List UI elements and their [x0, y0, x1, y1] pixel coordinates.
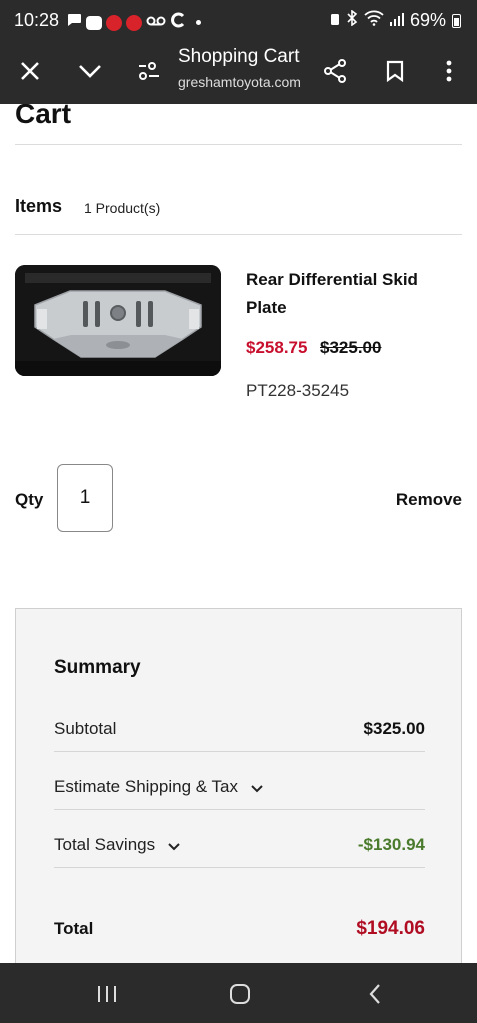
savings-value: -$130.94	[357, 835, 425, 854]
c-app-icon	[170, 12, 186, 33]
close-icon[interactable]	[13, 54, 47, 88]
divider	[15, 234, 462, 235]
total-value: $194.06	[356, 918, 425, 939]
order-summary: Summary Subtotal $325.00 Estimate Shippi…	[15, 608, 462, 964]
total-label: Total	[54, 919, 94, 938]
qty-label: Qty	[15, 490, 44, 509]
chevron-down-icon[interactable]	[73, 54, 107, 88]
bookmark-icon[interactable]	[378, 54, 412, 88]
battery-icon	[452, 13, 461, 28]
chevron-down-icon[interactable]	[168, 836, 180, 856]
quantity-input[interactable]: 1	[57, 464, 113, 532]
bluetooth-icon	[346, 9, 358, 31]
dot-icon	[196, 20, 201, 25]
product-name[interactable]: Rear Differential Skid Plate	[246, 266, 446, 322]
page-title[interactable]: Shopping Cart	[178, 46, 299, 68]
shipping-label[interactable]: Estimate Shipping & Tax	[54, 777, 238, 796]
page-content: Cart Items 1 Product(s) Rear Differentia…	[0, 104, 477, 964]
battery-saver-icon	[330, 10, 340, 31]
page-url[interactable]: greshamtoyota.com	[178, 74, 301, 90]
voicemail-icon	[146, 14, 166, 32]
chat-icon	[66, 13, 82, 32]
more-vert-icon[interactable]	[432, 54, 466, 88]
red-app-icon	[126, 14, 142, 31]
chevron-down-icon[interactable]	[250, 778, 263, 798]
n-app-icon	[86, 15, 102, 30]
divider	[54, 867, 425, 868]
product-image[interactable]	[15, 265, 221, 376]
red-app-icon	[106, 14, 122, 31]
signal-icon	[389, 10, 404, 31]
divider	[54, 751, 425, 752]
page-settings-icon[interactable]	[132, 54, 166, 88]
status-time: 10:28	[14, 10, 60, 30]
remove-button[interactable]: Remove	[396, 490, 462, 510]
home-icon[interactable]	[225, 979, 255, 1009]
savings-label[interactable]: Total Savings	[54, 835, 155, 854]
sale-price: $258.75	[246, 338, 308, 357]
divider	[15, 144, 462, 145]
status-bar: 10:28 69%	[0, 0, 477, 40]
recent-apps-icon[interactable]	[92, 979, 122, 1009]
browser-toolbar: Shopping Cart greshamtoyota.com	[0, 40, 477, 104]
divider	[54, 809, 425, 810]
back-icon[interactable]	[360, 979, 390, 1009]
wifi-icon	[364, 10, 384, 31]
notification-icons	[66, 12, 201, 33]
status-right: 69%	[330, 9, 461, 31]
subtotal-value: $325.00	[363, 719, 425, 738]
items-count: 1 Product(s)	[84, 200, 161, 216]
part-number: PT228-35245	[246, 381, 350, 400]
summary-title: Summary	[54, 657, 141, 678]
cart-heading: Cart	[15, 104, 72, 129]
system-nav-bar	[0, 963, 477, 1023]
share-icon[interactable]	[318, 54, 352, 88]
original-price: $325.00	[320, 338, 382, 357]
items-label: Items	[15, 196, 63, 216]
battery-percent: 69%	[409, 10, 446, 30]
subtotal-label: Subtotal	[54, 719, 117, 738]
